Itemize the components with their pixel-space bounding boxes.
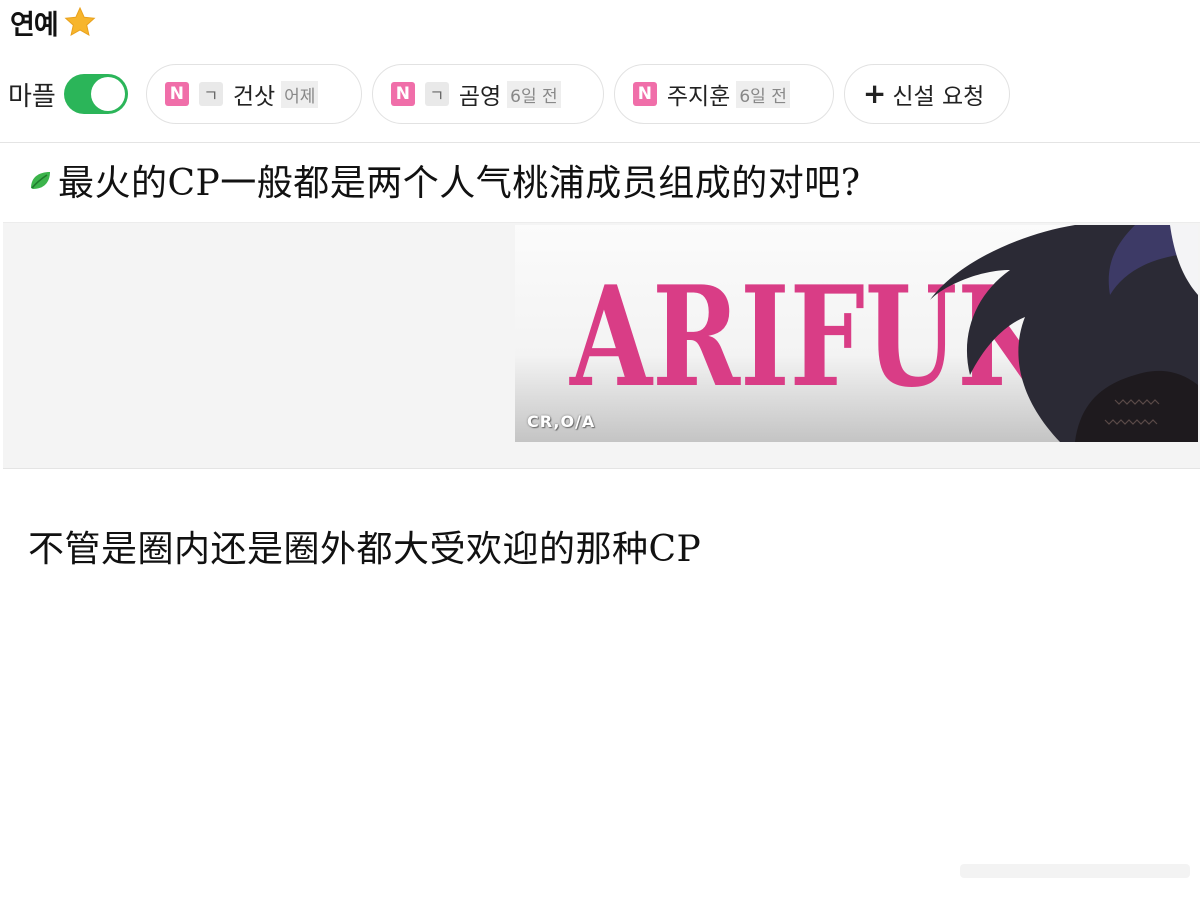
chip-name: 건삿 (232, 84, 276, 110)
new-board-request-button[interactable]: + 신설 요청 (843, 64, 1010, 124)
leaf-icon (31, 172, 50, 189)
category-badge: ㄱ (198, 82, 223, 106)
divider (0, 142, 1200, 143)
board-title: 연예 (10, 9, 59, 41)
chip-time: 어제 (281, 80, 319, 108)
board-header: 연예 (10, 2, 96, 42)
chip-joojihoon[interactable]: N 주지훈 6일 전 (613, 64, 834, 124)
category-badge: ㄱ (424, 82, 449, 106)
chip-geonsat[interactable]: N ㄱ 건삿 어제 (145, 64, 362, 124)
question-text: 最火的CP一般都是两个人气桃浦成员组成的对吧? (58, 163, 861, 204)
plus-icon: + (862, 77, 887, 110)
toggle-knob (90, 77, 125, 111)
category-chip-row: 마플 N ㄱ 건삿 어제 N ㄱ 곰영 6일 전 N 주지훈 6일 전 + 신설… (8, 62, 1198, 126)
request-label: 신설 요청 (892, 84, 985, 110)
new-badge: N (632, 82, 657, 106)
chip-name: 곰영 (458, 84, 502, 110)
banner-artwork: ARIFUKE (568, 225, 1198, 442)
new-badge: N (164, 82, 189, 106)
faint-watermark-mark (960, 864, 1190, 878)
watermark: CR,O/A (527, 412, 596, 431)
new-badge: N (390, 82, 415, 106)
chip-name: 주지훈 (666, 84, 731, 110)
mapl-toggle[interactable] (63, 74, 128, 114)
chip-gomyeong[interactable]: N ㄱ 곰영 6일 전 (371, 64, 604, 124)
banner-image[interactable]: ARIFUKE CR,O/A (515, 225, 1198, 442)
post-question: 最火的CP一般都是两个人气桃浦成员组成的对吧? (28, 150, 861, 210)
chip-time: 6일 전 (507, 80, 561, 108)
post-body-text: 不管是圈内还是圈外都大受欢迎的那种CP (28, 529, 702, 570)
star-icon[interactable] (64, 6, 96, 38)
chip-time: 6일 전 (736, 80, 790, 108)
mapl-label: 마플 (8, 81, 56, 112)
